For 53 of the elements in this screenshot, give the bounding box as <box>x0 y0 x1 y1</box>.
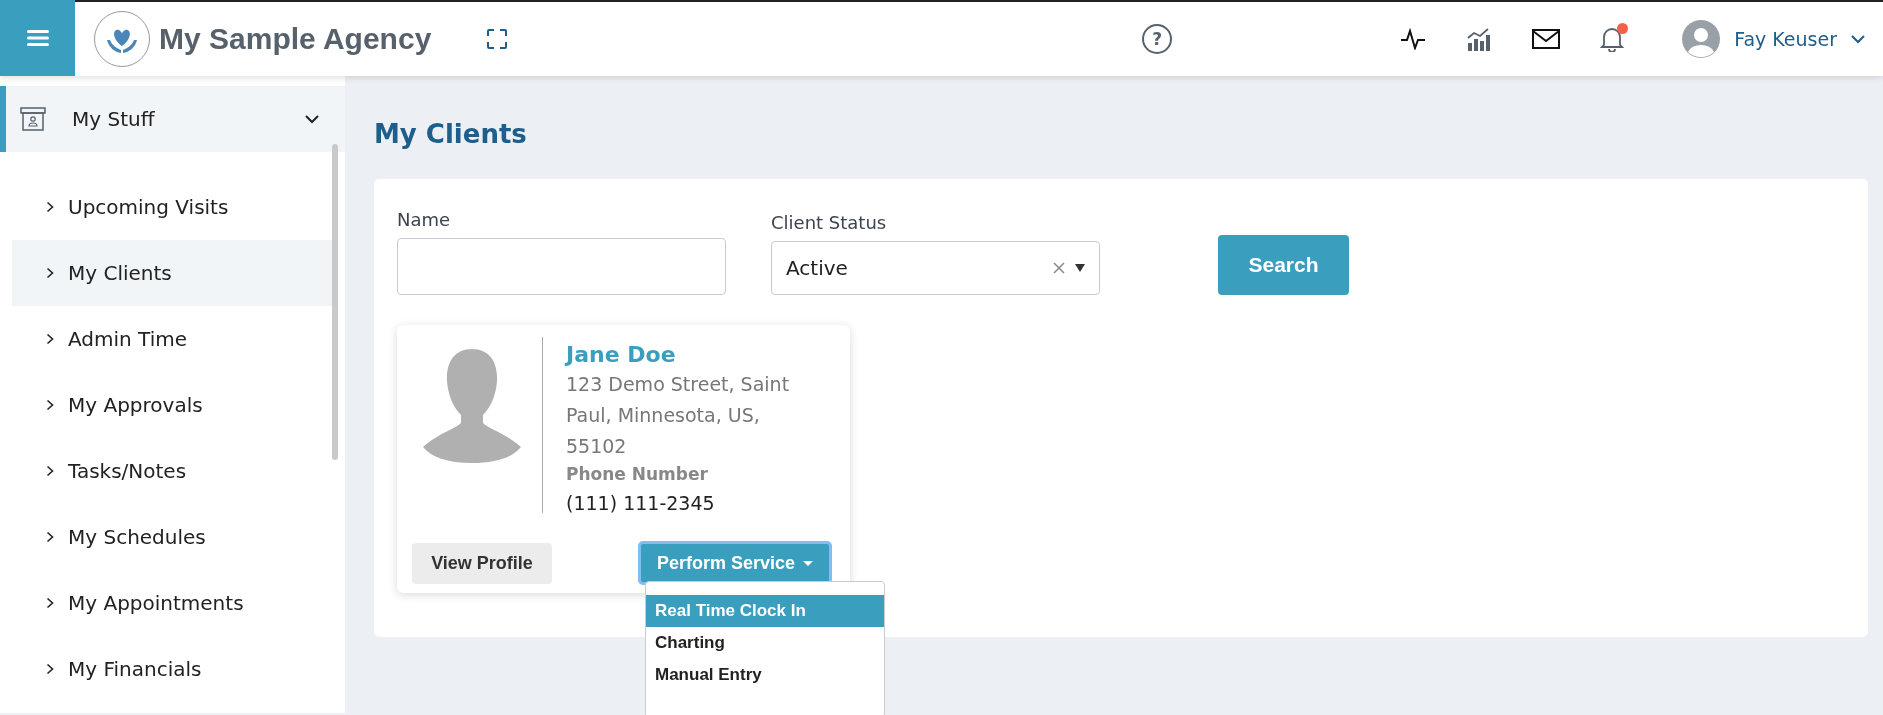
dropdown-arrow-icon <box>1075 264 1085 272</box>
help-button[interactable]: ? <box>1142 24 1173 54</box>
pulse-icon <box>1400 28 1427 50</box>
sidebar-item[interactable]: Tasks/Notes <box>12 438 332 504</box>
section-label: My Stuff <box>72 107 156 131</box>
sidebar-item[interactable]: My Approvals <box>12 372 332 438</box>
field-label: Name <box>397 209 452 230</box>
client-address: 123 Demo Street, Saint Paul, Minnesota, US, 55102 <box>566 372 791 459</box>
sidebar-item[interactable]: My Financials <box>12 636 332 702</box>
chevron-right-icon <box>46 597 54 609</box>
scrollbar-thumb[interactable] <box>332 144 338 460</box>
clear-icon[interactable] <box>1053 262 1065 274</box>
sidebar-item[interactable]: Admin Time <box>12 306 332 372</box>
user-avatar-icon <box>1682 20 1721 58</box>
messages-button[interactable] <box>1532 29 1561 49</box>
chevron-right-icon <box>46 201 54 213</box>
chevron-right-icon <box>46 399 54 411</box>
chevron-down-icon <box>305 114 319 124</box>
chevron-right-icon <box>46 465 54 477</box>
status-dropdown[interactable]: Active <box>771 241 1100 295</box>
chevron-down-icon[interactable] <box>1851 34 1865 44</box>
menu-button[interactable] <box>0 0 75 76</box>
agency-name: My Sample Agency <box>159 22 432 56</box>
menu-item[interactable]: Manual Entry <box>646 659 884 691</box>
view-profile-button[interactable]: View Profile <box>412 542 552 584</box>
fullscreen-button[interactable] <box>487 29 508 49</box>
chevron-right-icon <box>46 663 54 675</box>
menu-item[interactable]: Charting <box>646 627 884 659</box>
fullscreen-icon <box>487 29 508 49</box>
heart-hands-logo-icon <box>93 10 151 68</box>
mail-icon <box>1532 29 1561 49</box>
bar-chart-icon <box>1466 27 1493 51</box>
phone-label: Phone Number <box>566 464 709 484</box>
sidebar-item[interactable]: Upcoming Visits <box>12 174 332 240</box>
sidebar-section-header[interactable]: My Stuff <box>0 86 345 152</box>
name-input-field[interactable] <box>397 238 726 295</box>
chevron-right-icon <box>46 531 54 543</box>
field-label: Client Status <box>771 212 888 233</box>
sidebar-item[interactable]: My Schedules <box>12 504 332 570</box>
activity-button[interactable] <box>1400 28 1427 50</box>
caret-icon <box>803 560 813 566</box>
chevron-right-icon <box>46 333 54 345</box>
page-title: My Clients <box>374 119 528 149</box>
phone-number: (111) 111-2345 <box>566 492 716 514</box>
reports-button[interactable] <box>1466 27 1493 51</box>
menu-icon <box>26 30 49 46</box>
sidebar-item[interactable]: My Appointments <box>12 570 332 636</box>
chevron-right-icon <box>46 267 54 279</box>
sidebar-item[interactable]: My Clients <box>12 240 332 306</box>
bell-icon <box>1600 26 1625 52</box>
notifications-button[interactable] <box>1600 26 1625 52</box>
archive-box-icon <box>20 107 46 131</box>
user-name[interactable]: Fay Keuser <box>1734 28 1837 50</box>
